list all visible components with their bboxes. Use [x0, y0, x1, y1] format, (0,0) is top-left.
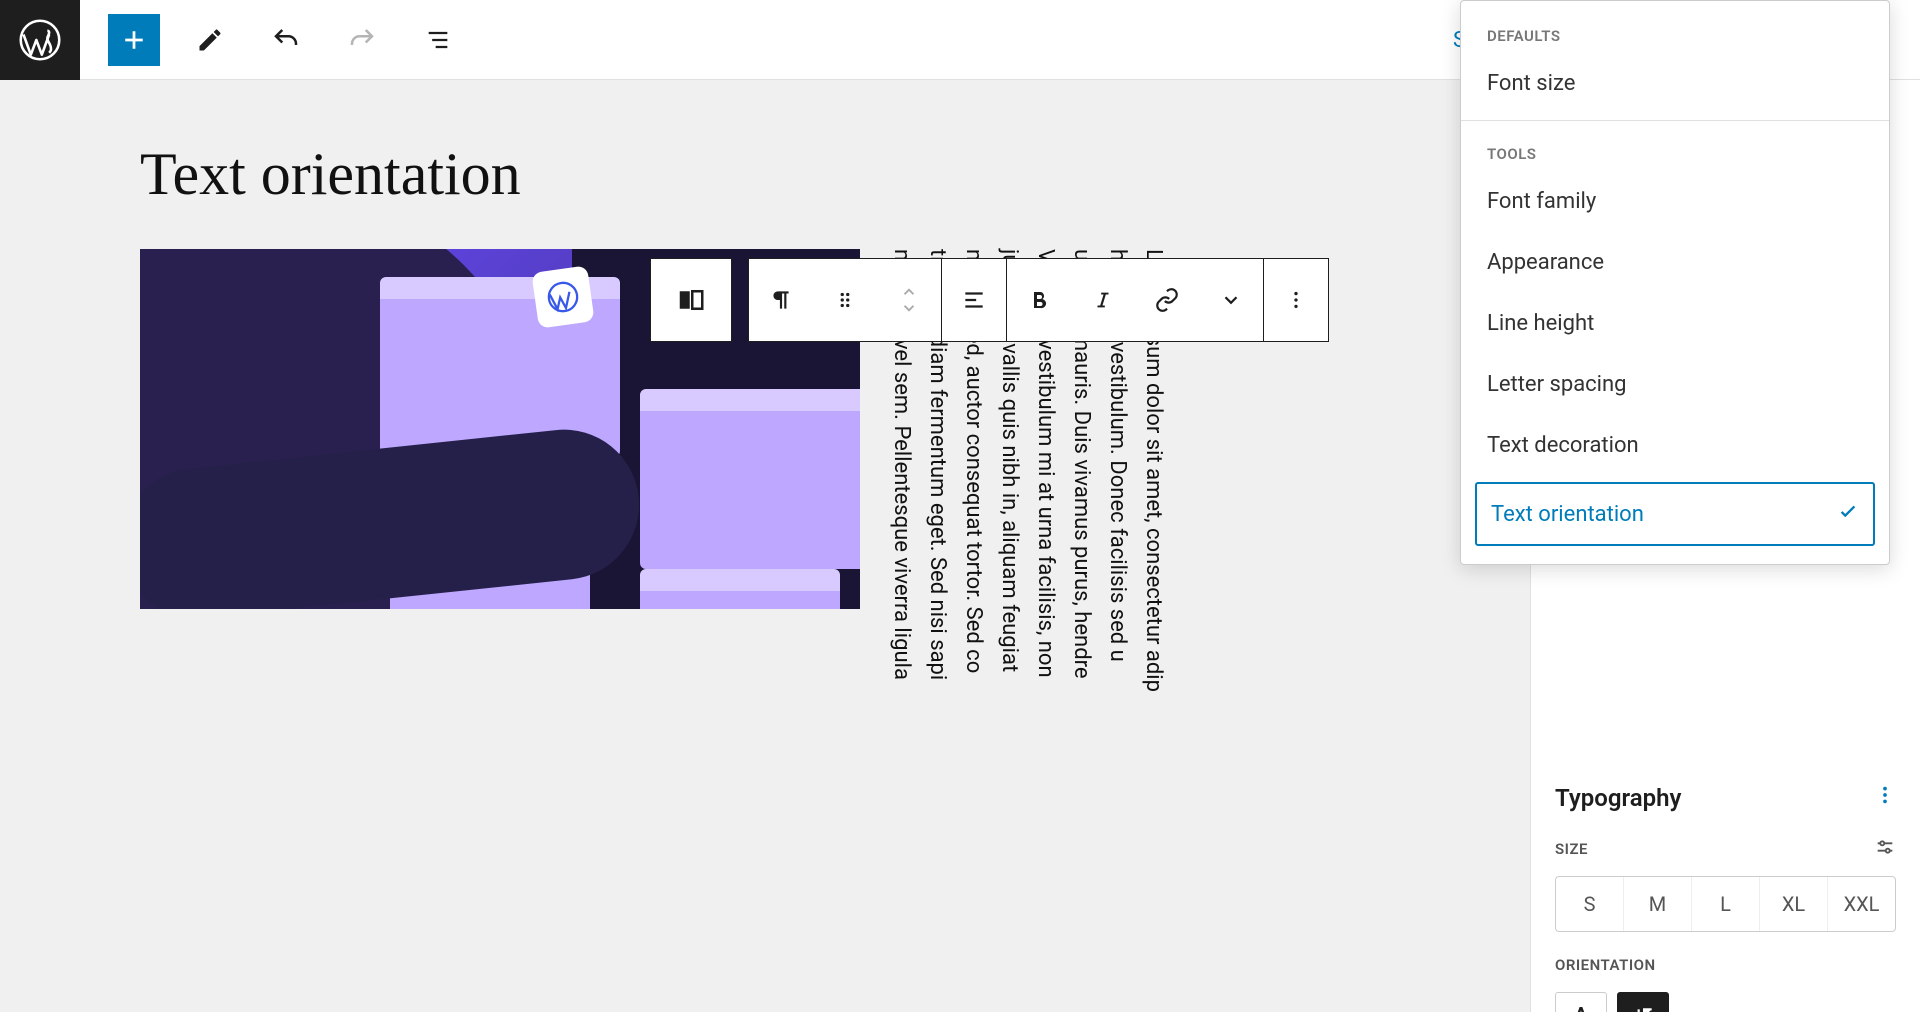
popover-item-appearance[interactable]: Appearance [1461, 232, 1889, 293]
popover-section-defaults: DEFAULTS [1461, 9, 1889, 53]
block-toolbar [748, 258, 1329, 342]
popover-item-font-size[interactable]: Font size [1461, 53, 1889, 114]
check-icon [1837, 500, 1859, 528]
move-up-down-buttons[interactable] [877, 259, 941, 341]
popover-section-tools: TOOLS [1461, 127, 1889, 171]
block-type-button[interactable] [650, 258, 732, 342]
paragraph-block-icon[interactable] [749, 259, 813, 341]
undo-button[interactable] [260, 14, 312, 66]
orientation-vertical-button[interactable] [1617, 992, 1669, 1012]
popover-item-text-decoration[interactable]: Text decoration [1461, 415, 1889, 476]
editor-canvas: Text orientation Lorem ipsum dolor sit a… [0, 80, 1530, 1012]
typography-options-button[interactable] [1874, 784, 1896, 812]
size-settings-icon[interactable] [1874, 836, 1896, 862]
typography-tools-popover: DEFAULTS Font size TOOLS Font family App… [1460, 0, 1890, 565]
font-size-buttons: S M L XL XXL [1555, 876, 1896, 932]
document-outline-button[interactable] [412, 14, 464, 66]
size-xl-button[interactable]: XL [1760, 877, 1828, 931]
add-block-button[interactable] [108, 14, 160, 66]
link-button[interactable] [1135, 259, 1199, 341]
size-s-button[interactable]: S [1556, 877, 1624, 931]
popover-item-font-family[interactable]: Font family [1461, 171, 1889, 232]
align-button[interactable] [942, 259, 1006, 341]
orientation-label: ORIENTATION [1555, 956, 1656, 974]
popover-divider [1461, 120, 1889, 121]
size-l-button[interactable]: L [1692, 877, 1760, 931]
bold-button[interactable] [1007, 259, 1071, 341]
drag-handle-icon[interactable] [813, 259, 877, 341]
size-label: SIZE [1555, 840, 1588, 858]
wordpress-logo[interactable] [0, 0, 80, 80]
popover-item-label: Text orientation [1491, 502, 1644, 527]
post-title[interactable]: Text orientation [140, 140, 1530, 209]
redo-button[interactable] [336, 14, 388, 66]
size-m-button[interactable]: M [1624, 877, 1692, 931]
edit-tool-icon[interactable] [184, 14, 236, 66]
popover-item-text-orientation[interactable]: Text orientation [1475, 482, 1875, 546]
orientation-buttons: A [1555, 992, 1896, 1012]
size-xxl-button[interactable]: XXL [1828, 877, 1895, 931]
block-options-button[interactable] [1264, 259, 1328, 341]
italic-button[interactable] [1071, 259, 1135, 341]
wordpress-icon [531, 265, 594, 328]
popover-item-letter-spacing[interactable]: Letter spacing [1461, 354, 1889, 415]
typography-panel-title: Typography [1555, 784, 1681, 812]
more-formatting-button[interactable] [1199, 259, 1263, 341]
popover-item-line-height[interactable]: Line height [1461, 293, 1889, 354]
orientation-horizontal-button[interactable]: A [1555, 992, 1607, 1012]
